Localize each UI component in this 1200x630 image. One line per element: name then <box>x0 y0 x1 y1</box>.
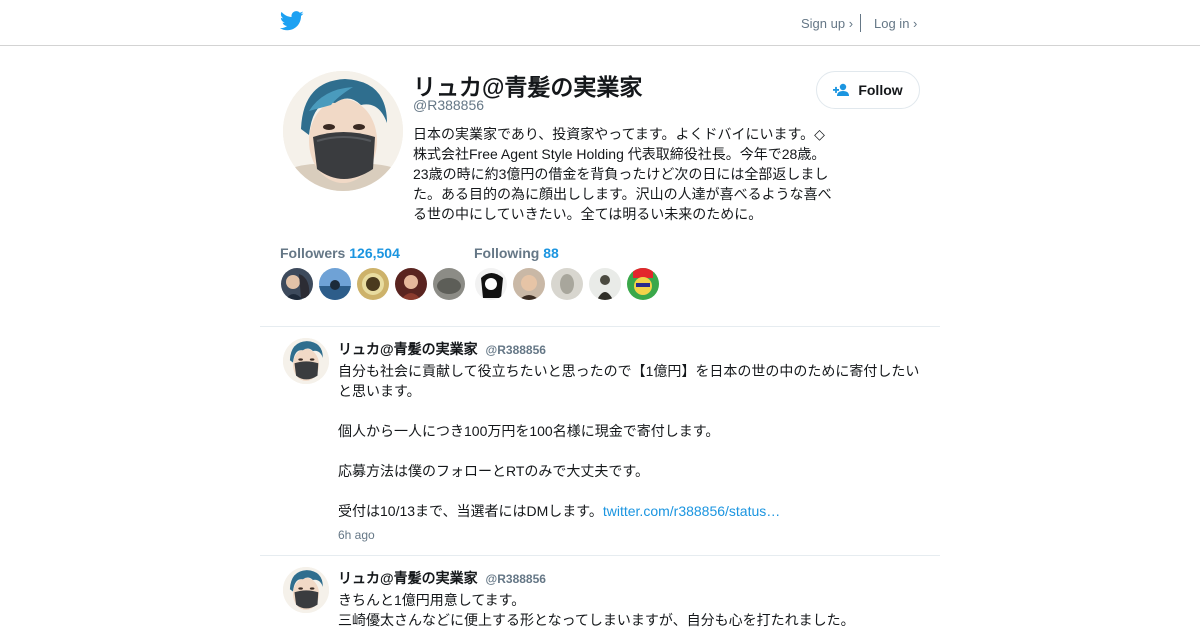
tweet-author-handle[interactable]: @R388856 <box>486 343 546 357</box>
following-count: 88 <box>543 245 559 261</box>
followers-avatar-list <box>281 268 465 300</box>
tweet-paragraph: 三崎優太さんなどに便上する形となってしまいますが、自分も心を打たれました。 <box>338 612 855 628</box>
add-user-icon <box>833 83 850 96</box>
tweet-author-name[interactable]: リュカ@青髪の実業家 <box>338 341 478 357</box>
follower-avatar[interactable] <box>319 268 351 300</box>
tweet-text: 自分も社会に貢献して役立ちたいと思ったので【1億円】を日本の世の中のために寄付し… <box>338 361 923 521</box>
tweet-paragraph: きちんと1億円用意してます。 <box>338 592 526 608</box>
following-stat[interactable]: Following 88 <box>474 245 559 261</box>
tweet-avatar-image <box>283 567 329 613</box>
follower-avatar[interactable] <box>395 268 427 300</box>
top-bar: Sign up › Log in › <box>0 0 1200 46</box>
profile-handle: @R388856 <box>413 97 485 113</box>
followers-count: 126,504 <box>349 245 400 261</box>
tweet-paragraph: 自分も社会に貢献して役立ちたいと思ったので【1億円】を日本の世の中のために寄付し… <box>338 363 920 399</box>
profile-avatar-image <box>283 71 403 191</box>
tweet-avatar[interactable] <box>283 338 329 384</box>
tweet-text: きちんと1億円用意してます。 三崎優太さんなどに便上する形となってしまいますが、… <box>338 590 923 630</box>
nav-divider <box>860 14 861 32</box>
tweet-header: リュカ@青髪の実業家 @R388856 <box>338 339 546 359</box>
tweet-avatar-image <box>283 338 329 384</box>
follower-avatar[interactable] <box>433 268 465 300</box>
tweet-divider <box>260 326 940 327</box>
followers-stat[interactable]: Followers 126,504 <box>280 245 400 261</box>
signup-link[interactable]: Sign up › <box>801 16 853 31</box>
following-label: Following <box>474 245 540 261</box>
following-avatar[interactable] <box>589 268 621 300</box>
tweet-paragraph: 受付は10/13まで、当選者にはDMします。twitter.com/r38885… <box>338 501 923 521</box>
following-avatar[interactable] <box>513 268 545 300</box>
tweet-paragraph-text: 受付は10/13まで、当選者にはDMします。 <box>338 503 603 519</box>
profile-avatar[interactable] <box>283 71 403 191</box>
login-link[interactable]: Log in › <box>874 16 917 31</box>
tweet-timestamp[interactable]: 6h ago <box>338 528 375 542</box>
tweet-author-handle[interactable]: @R388856 <box>486 572 546 586</box>
tweet-link[interactable]: twitter.com/r388856/status… <box>603 503 780 519</box>
following-avatar[interactable] <box>475 268 507 300</box>
following-avatar[interactable] <box>627 268 659 300</box>
follow-button-label: Follow <box>858 82 903 98</box>
follow-button[interactable]: Follow <box>816 71 920 109</box>
twitter-bird-icon[interactable] <box>280 10 304 32</box>
profile-bio: 日本の実業家であり、投資家やってます。よくドバイにいます。◇株式会社Free A… <box>413 126 832 222</box>
tweet-author-name[interactable]: リュカ@青髪の実業家 <box>338 570 478 586</box>
tweet-avatar[interactable] <box>283 567 329 613</box>
tweet-header: リュカ@青髪の実業家 @R388856 <box>338 568 546 588</box>
follower-avatar[interactable] <box>357 268 389 300</box>
tweet-divider <box>260 555 940 556</box>
following-avatar-list <box>475 268 659 300</box>
followers-label: Followers <box>280 245 346 261</box>
tweet-paragraph: 応募方法は僕のフォローとRTのみで大丈夫です。 <box>338 463 650 479</box>
tweet-paragraph: 個人から一人につき100万円を100名様に現金で寄付します。 <box>338 423 720 439</box>
following-avatar[interactable] <box>551 268 583 300</box>
follower-avatar[interactable] <box>281 268 313 300</box>
